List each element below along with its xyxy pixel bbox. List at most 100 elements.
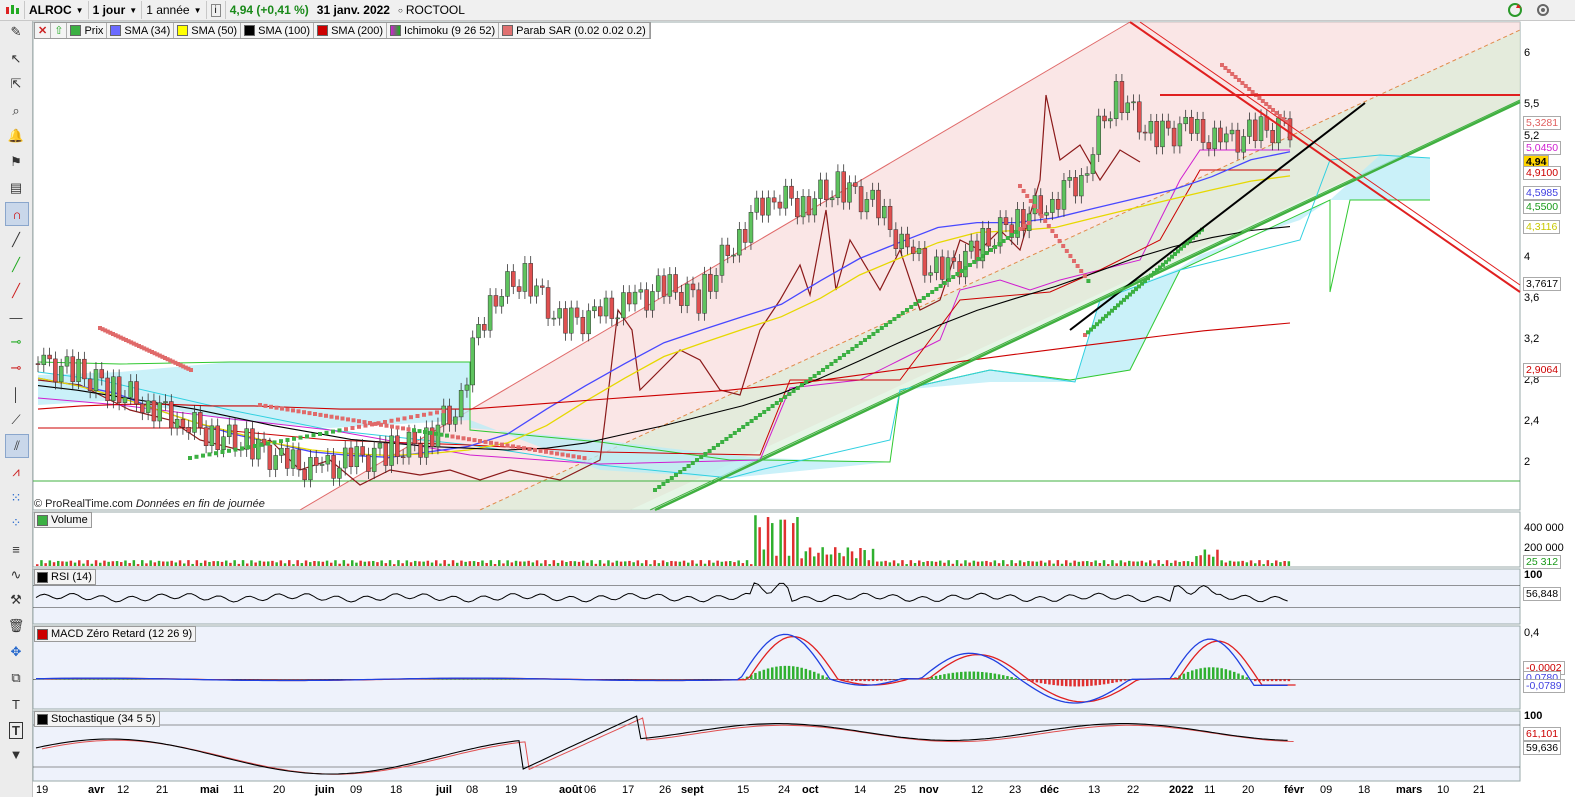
volume-bar <box>968 562 971 566</box>
x-tick-label: 15 <box>737 784 750 796</box>
volume-bar <box>1254 563 1257 566</box>
x-tick-label: 26 <box>659 784 672 796</box>
volume-bar <box>313 561 316 566</box>
price-candle <box>325 455 331 465</box>
volume-bar <box>1186 561 1190 566</box>
price-candle <box>997 217 1003 247</box>
price-candle <box>1055 198 1061 210</box>
volume-bar <box>65 561 68 566</box>
price-candle <box>939 256 945 280</box>
sar-dot <box>285 407 290 412</box>
volume-bar <box>1174 560 1177 566</box>
price-tick: 2,4 <box>1524 415 1540 427</box>
price-candle <box>447 405 452 425</box>
price-candle <box>1044 212 1049 216</box>
volume-bar <box>435 560 438 566</box>
price-candle <box>928 272 933 276</box>
sar-dot <box>984 251 989 255</box>
price-candle <box>1108 118 1113 122</box>
sar-swatch <box>502 25 514 36</box>
price-candle <box>464 384 470 391</box>
price-candle <box>963 250 968 278</box>
macd-top-tick: 0,4 <box>1524 627 1540 639</box>
volume-bar <box>687 562 690 566</box>
price-candle <box>858 186 864 213</box>
volume-bar <box>204 560 207 566</box>
volume-bar <box>1035 561 1039 566</box>
legend-item-sar[interactable]: Parab SAR (0.02 0.02 0.2) <box>499 23 650 38</box>
volume-bar <box>1195 556 1198 566</box>
tag-ichimoku: 5,0450 <box>1523 141 1562 155</box>
sar-dot <box>657 485 662 489</box>
macd-panel-label[interactable]: MACD Zéro Retard (12 26 9) <box>34 626 197 642</box>
sar-dot <box>1032 204 1037 208</box>
x-tick-label: 21 <box>1473 784 1486 796</box>
price-candle <box>899 233 904 249</box>
price-candle <box>441 405 446 426</box>
sar-dot <box>494 441 499 446</box>
legend-item-price[interactable]: Prix <box>67 23 108 38</box>
macd-histogram-bar <box>972 671 976 680</box>
macd-histogram-bar <box>1039 679 1043 684</box>
price-candle <box>453 416 458 425</box>
macd-histogram-bar <box>947 673 950 680</box>
indicator-legend: ✕ ⇧ Prix SMA (34) SMA (50) SMA (100) SMA… <box>34 22 651 39</box>
indicator-up-icon[interactable]: ⇧ <box>51 23 68 38</box>
volume-bar <box>762 549 766 566</box>
price-candle <box>1154 121 1159 148</box>
stoch-panel-label[interactable]: Stochastique (34 5 5) <box>34 711 160 727</box>
legend-item-sma200[interactable]: SMA (200) <box>314 23 388 38</box>
sar-dot <box>665 479 670 483</box>
sar-dot <box>571 454 576 459</box>
volume-bar <box>649 564 652 566</box>
macd-histogram-bar <box>1090 679 1093 686</box>
legend-item-sma50[interactable]: SMA (50) <box>174 23 242 38</box>
x-tick-label: juin <box>315 784 335 796</box>
macd-histogram-bar <box>1275 679 1278 682</box>
sar-dot <box>472 438 477 443</box>
volume-panel-label[interactable]: Volume <box>34 512 92 528</box>
sar-dot <box>955 272 960 276</box>
volume-bar <box>1090 562 1093 566</box>
volume-bar <box>1039 560 1043 566</box>
price-candle <box>522 263 528 292</box>
sar-dot <box>913 302 918 306</box>
volume-bar <box>288 560 291 566</box>
volume-bar <box>645 560 648 566</box>
price-candle <box>279 447 284 456</box>
sar-dot <box>194 454 199 459</box>
rsi-panel-label[interactable]: RSI (14) <box>34 569 96 585</box>
sar-dot <box>307 411 312 416</box>
volume-bar <box>913 563 917 566</box>
sar-dot <box>450 434 455 439</box>
sar-dot <box>695 458 699 462</box>
volume-bar <box>884 560 887 566</box>
macd-histogram-bar <box>1115 679 1118 683</box>
volume-bar <box>640 563 644 566</box>
price-candle <box>1223 133 1229 143</box>
price-candle <box>754 197 759 213</box>
sar-dot <box>560 452 565 457</box>
macd-histogram-bar <box>1270 679 1274 682</box>
sar-dot <box>959 269 964 273</box>
sar-dot <box>1079 269 1084 273</box>
sar-dot <box>566 453 570 458</box>
legend-item-ichimoku[interactable]: Ichimoku (9 26 52) <box>387 23 500 38</box>
volume-bar <box>233 560 236 566</box>
volume-bar <box>619 561 623 566</box>
price-candle <box>1229 129 1235 135</box>
sar-dot <box>846 350 851 354</box>
price-candle <box>1206 142 1212 150</box>
volume-bar <box>296 560 299 566</box>
macd-histogram-bar <box>1102 679 1106 685</box>
price-candle <box>702 273 707 314</box>
price-candle <box>64 356 70 367</box>
price-chart[interactable] <box>0 0 1575 797</box>
price-candle <box>1090 154 1096 174</box>
volume-bar <box>1056 560 1060 566</box>
volume-bar <box>464 561 467 566</box>
legend-item-sma34[interactable]: SMA (34) <box>107 23 175 38</box>
indicator-close-icon[interactable]: ✕ <box>35 23 52 38</box>
legend-item-sma100[interactable]: SMA (100) <box>241 23 315 38</box>
sar-dot <box>711 446 716 450</box>
